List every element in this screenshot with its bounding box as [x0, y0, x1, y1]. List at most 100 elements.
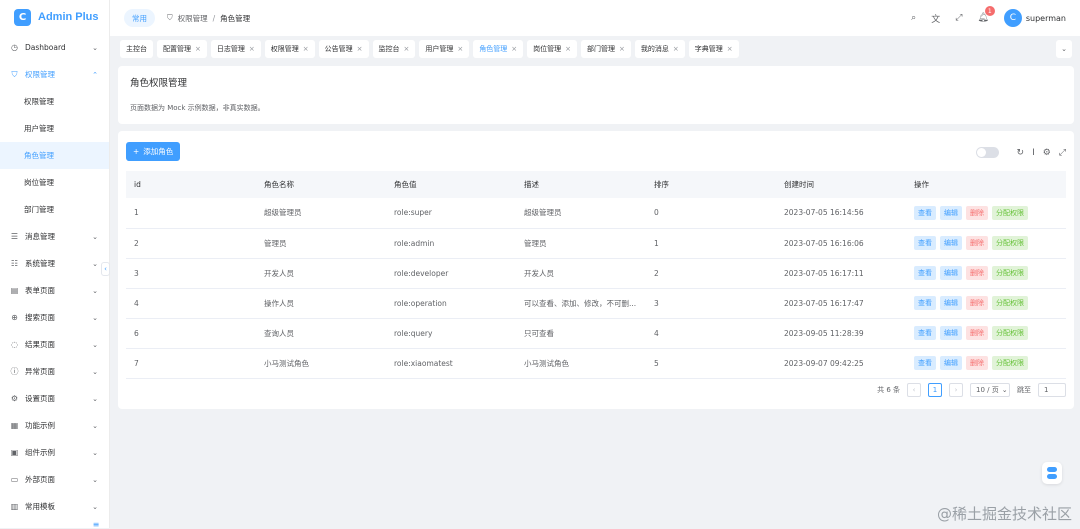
close-icon[interactable]: × [673, 45, 679, 53]
tab-positions[interactable]: 岗位管理× [527, 40, 577, 58]
next-page-button[interactable]: › [949, 383, 963, 397]
cell-actions: 查看编辑删除分配权限 [906, 258, 1066, 288]
delete-button[interactable]: 删除 [966, 236, 988, 250]
sidebar-item-exceptions[interactable]: ⓘ异常页面⌄ [0, 358, 109, 385]
page-number[interactable]: 1 [928, 383, 942, 397]
sidebar-item-messages[interactable]: ☰消息管理⌄ [0, 223, 109, 250]
tab-monitor[interactable]: 监控台× [373, 40, 416, 58]
assign-permission-button[interactable]: 分配权限 [992, 206, 1028, 220]
view-button[interactable]: 查看 [914, 206, 936, 220]
sidebar-item-results[interactable]: ◌结果页面⌄ [0, 331, 109, 358]
toggle-icon [1047, 474, 1057, 479]
sidebar-item-features[interactable]: ▦功能示例⌄ [0, 412, 109, 439]
sidebar-item-users[interactable]: 用户管理 [0, 115, 109, 142]
close-icon[interactable]: × [457, 45, 463, 53]
chevron-down-icon: ⌄ [92, 44, 98, 52]
edit-button[interactable]: 编辑 [940, 296, 962, 310]
assign-permission-button[interactable]: 分配权限 [992, 236, 1028, 250]
table-toolbar: ↻ Ⅰ ⚙ ⤢ [976, 147, 1066, 158]
view-button[interactable]: 查看 [914, 296, 936, 310]
theme-settings-button[interactable] [1042, 462, 1062, 484]
assign-permission-button[interactable]: 分配权限 [992, 296, 1028, 310]
close-icon[interactable]: × [619, 45, 625, 53]
tab-departments[interactable]: 部门管理× [581, 40, 631, 58]
assign-permission-button[interactable]: 分配权限 [992, 326, 1028, 340]
tab-logs[interactable]: 日志管理× [211, 40, 261, 58]
edit-button[interactable]: 编辑 [940, 206, 962, 220]
search-icon[interactable]: ⌕ [911, 13, 916, 23]
view-button[interactable]: 查看 [914, 266, 936, 280]
page-description: 页面数据为 Mock 示例数据，非真实数据。 [130, 103, 1062, 113]
chevron-down-icon: ⌄ [92, 422, 98, 430]
chevron-down-icon: ⌄ [1002, 386, 1008, 394]
pagination: 共 6 条 ‹ 1 › 10 / 页⌄ 跳至 1 [877, 383, 1066, 397]
sidebar-item-search[interactable]: ⊕搜索页面⌄ [0, 304, 109, 331]
close-icon[interactable]: × [195, 45, 201, 53]
common-tag-button[interactable]: 常用 [124, 9, 155, 27]
close-icon[interactable]: × [249, 45, 255, 53]
edit-button[interactable]: 编辑 [940, 236, 962, 250]
close-icon[interactable]: × [303, 45, 309, 53]
tab-permissions[interactable]: 权限管理× [265, 40, 315, 58]
tabs-more-button[interactable]: ⌄ [1056, 40, 1072, 58]
fullscreen-icon[interactable]: ⤢ [1059, 148, 1066, 158]
fullscreen-icon[interactable]: ⤢ [955, 13, 962, 23]
edit-button[interactable]: 编辑 [940, 266, 962, 280]
close-icon[interactable]: × [727, 45, 733, 53]
sidebar-item-permission-manage[interactable]: 权限管理 [0, 88, 109, 115]
menu-toggle-icon[interactable]: ≡ [90, 520, 102, 528]
translate-icon[interactable]: 文 [931, 12, 940, 25]
sidebar-collapse-button[interactable]: ‹ [101, 262, 110, 276]
edit-button[interactable]: 编辑 [940, 356, 962, 370]
delete-button[interactable]: 删除 [966, 296, 988, 310]
prev-page-button[interactable]: ‹ [907, 383, 921, 397]
view-button[interactable]: 查看 [914, 326, 936, 340]
sidebar-item-roles[interactable]: 角色管理 [0, 142, 109, 169]
delete-button[interactable]: 删除 [966, 206, 988, 220]
sidebar-item-departments[interactable]: 部门管理 [0, 196, 109, 223]
refresh-icon[interactable]: ↻ [1017, 148, 1025, 158]
app-logo[interactable]: C Admin Plus [0, 0, 109, 34]
close-icon[interactable]: × [357, 45, 363, 53]
assign-permission-button[interactable]: 分配权限 [992, 356, 1028, 370]
column-settings-icon[interactable]: ⚙ [1043, 148, 1051, 158]
sidebar-item-components[interactable]: ▣组件示例⌄ [0, 439, 109, 466]
sidebar-item-dashboard[interactable]: ◷Dashboard⌄ [0, 34, 109, 61]
sidebar-item-templates[interactable]: ▥常用模板⌄ [0, 493, 109, 520]
sidebar-item-positions[interactable]: 岗位管理 [0, 169, 109, 196]
sidebar-item-system[interactable]: ☷系统管理⌄ [0, 250, 109, 277]
tab-users[interactable]: 用户管理× [419, 40, 469, 58]
sidebar-item-external[interactable]: ▭外部页面⌄ [0, 466, 109, 493]
add-role-button[interactable]: +添加角色 [126, 142, 180, 161]
user-menu[interactable]: C superman [1004, 9, 1066, 27]
assign-permission-button[interactable]: 分配权限 [992, 266, 1028, 280]
density-icon[interactable]: Ⅰ [1032, 148, 1035, 158]
close-icon[interactable]: × [511, 45, 517, 53]
sidebar-item-settings[interactable]: ⚙设置页面⌄ [0, 385, 109, 412]
edit-button[interactable]: 编辑 [940, 326, 962, 340]
view-button[interactable]: 查看 [914, 356, 936, 370]
breadcrumb-item[interactable]: 权限管理 [178, 13, 208, 24]
striped-toggle[interactable] [976, 147, 999, 158]
tab-dashboard[interactable]: 主控台 [120, 40, 153, 58]
cell-role-value: role:xiaomatest [386, 348, 516, 378]
delete-button[interactable]: 删除 [966, 356, 988, 370]
bell-icon[interactable]: 🔔︎1 [977, 13, 988, 23]
tab-announcements[interactable]: 公告管理× [319, 40, 369, 58]
chevron-up-icon: ⌃ [92, 71, 98, 79]
tab-roles[interactable]: 角色管理× [473, 40, 523, 58]
tab-dictionary[interactable]: 字典管理× [689, 40, 739, 58]
sidebar-item-forms[interactable]: ▤表单页面⌄ [0, 277, 109, 304]
close-icon[interactable]: × [565, 45, 571, 53]
jump-input[interactable]: 1 [1038, 383, 1066, 397]
sidebar-item-permission[interactable]: ⛉权限管理⌃ [0, 61, 109, 88]
delete-button[interactable]: 删除 [966, 326, 988, 340]
view-button[interactable]: 查看 [914, 236, 936, 250]
column-header: 操作 [906, 171, 1066, 198]
tab-messages[interactable]: 我的消息× [635, 40, 685, 58]
roles-table: id 角色名称 角色值 描述 排序 创建时间 操作 1 超级管理员 role:s… [126, 171, 1066, 379]
close-icon[interactable]: × [404, 45, 410, 53]
page-size-select[interactable]: 10 / 页⌄ [970, 383, 1010, 397]
delete-button[interactable]: 删除 [966, 266, 988, 280]
tab-config[interactable]: 配置管理× [157, 40, 207, 58]
